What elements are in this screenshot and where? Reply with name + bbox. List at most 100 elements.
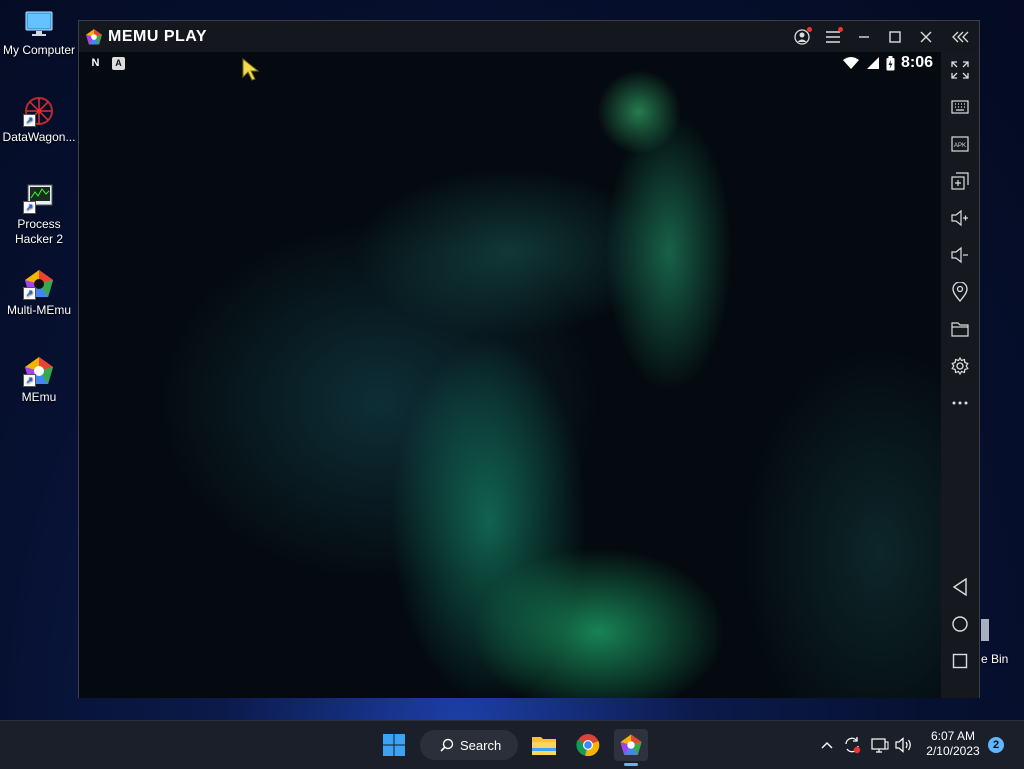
minimize-icon <box>859 36 869 38</box>
keyboard-button[interactable] <box>950 97 970 117</box>
minimize-button[interactable] <box>854 27 874 47</box>
android-back-button[interactable] <box>950 577 970 597</box>
desktop-icon-process-hacker[interactable]: ↗ Process Hacker 2 <box>0 182 78 247</box>
taskbar-search-button[interactable]: Search <box>420 730 518 760</box>
desktop-icon-label: Multi-MEmu <box>6 303 71 317</box>
emulator-titlebar[interactable]: MEMU PLAY <box>79 21 979 52</box>
folder-icon <box>951 322 969 337</box>
volume-down-icon <box>951 246 968 264</box>
tray-volume-button[interactable] <box>894 735 914 755</box>
shortcut-arrow-icon: ↗ <box>23 374 36 387</box>
keyboard-icon <box>951 100 969 114</box>
desktop-icon-multi-memu[interactable]: ↗ Multi-MEmu <box>0 268 78 318</box>
multi-window-button[interactable] <box>950 171 970 191</box>
more-icon <box>952 401 968 405</box>
desktop-icon-label: Process Hacker 2 <box>14 217 64 246</box>
volume-up-icon <box>951 209 968 227</box>
mouse-cursor-icon <box>242 57 260 87</box>
multi-window-icon <box>951 172 969 190</box>
close-icon <box>920 31 932 43</box>
location-icon <box>952 282 968 302</box>
sync-error-icon <box>845 737 861 754</box>
apk-label: APK <box>954 143 966 149</box>
file-explorer-icon <box>532 737 556 755</box>
taskbar-file-explorer[interactable] <box>528 729 560 761</box>
apk-icon: APK <box>951 136 969 152</box>
datawagon-icon: ↗ <box>23 95 55 127</box>
settings-icon <box>951 357 969 375</box>
wifi-icon <box>842 57 859 69</box>
more-button[interactable] <box>950 393 970 413</box>
chrome-icon <box>576 734 600 757</box>
process-hacker-icon: ↗ <box>23 182 55 214</box>
shared-folder-button[interactable] <box>950 319 970 339</box>
show-hidden-icons-button[interactable] <box>818 735 836 755</box>
logo-text: MEMU PLAY <box>108 28 208 45</box>
taskbar-clock[interactable]: 6:07 AM 2/10/2023 <box>922 729 984 759</box>
apk-install-button[interactable]: APK <box>950 134 970 154</box>
back-icon <box>952 578 967 596</box>
menu-icon <box>826 31 840 43</box>
desktop-icon-datawagon[interactable]: ↗ DataWagon... <box>0 95 78 145</box>
taskbar-chrome[interactable] <box>572 729 604 761</box>
recycle-bin-icon <box>981 619 989 641</box>
close-button[interactable] <box>916 27 936 47</box>
maximize-icon <box>889 31 901 43</box>
desktop-icon-label: MEmu <box>21 390 57 404</box>
memu-logo-icon <box>86 29 102 45</box>
clock-time: 6:07 AM <box>930 729 976 743</box>
desktop-icon-label: e Bin <box>981 652 1009 666</box>
signal-icon <box>866 57 879 69</box>
tray-network-button[interactable] <box>870 735 890 755</box>
android-recents-button[interactable] <box>950 651 970 671</box>
fullscreen-icon <box>951 61 969 79</box>
volume-up-button[interactable] <box>950 208 970 228</box>
memu-icon: ↗ <box>23 355 55 387</box>
multi-memu-icon: ↗ <box>23 268 55 300</box>
notification-badge[interactable]: 2 <box>988 737 1004 753</box>
location-button[interactable] <box>950 282 970 302</box>
volume-down-button[interactable] <box>950 245 970 265</box>
memu-taskbar-icon <box>620 734 642 755</box>
maximize-button[interactable] <box>885 27 905 47</box>
search-label: Search <box>460 737 502 753</box>
account-button[interactable] <box>792 27 812 47</box>
active-app-indicator <box>624 763 638 766</box>
menu-button[interactable] <box>823 27 843 47</box>
memu-logo: MEMU PLAY <box>85 27 207 47</box>
battery-charging-icon <box>886 55 895 70</box>
desktop-icon-my-computer[interactable]: My Computer <box>0 8 78 58</box>
android-clock: 8:06 <box>900 54 933 71</box>
emulator-sidebar: APK <box>941 52 979 698</box>
shortcut-arrow-icon: ↗ <box>23 287 36 300</box>
android-status-bar: N A 8:06 <box>79 52 941 76</box>
monitor-icon <box>23 8 55 40</box>
start-button[interactable] <box>378 729 410 761</box>
search-icon <box>440 738 454 752</box>
shortcut-arrow-icon: ↗ <box>23 201 36 214</box>
status-app-icon-n: N <box>91 57 100 69</box>
shortcut-arrow-icon: ↗ <box>23 114 36 127</box>
tray-sync-button[interactable] <box>842 735 862 755</box>
desktop-icon-label: My Computer <box>2 43 76 57</box>
status-app-icon-a: A <box>112 57 125 70</box>
desktop-icon-recycle-bin[interactable]: e Bin <box>981 617 1008 666</box>
android-home-button[interactable] <box>950 614 970 634</box>
desktop-icon-label: DataWagon... <box>2 130 76 144</box>
windows-taskbar: Search 6:07 AM 2/10/2023 2 <box>0 720 1024 769</box>
memu-emulator-window[interactable]: MEMU PLAY N A 8:06 APK <box>78 20 980 698</box>
settings-button[interactable] <box>950 356 970 376</box>
clock-date: 2/10/2023 <box>926 744 980 758</box>
fullscreen-button[interactable] <box>950 60 970 80</box>
taskbar-memu[interactable] <box>614 729 648 761</box>
windows-logo-icon <box>383 734 405 756</box>
collapse-sidebar-icon <box>952 31 969 43</box>
speaker-icon <box>895 737 911 753</box>
chevron-up-icon <box>821 742 833 749</box>
collapse-sidebar-button[interactable] <box>951 27 971 47</box>
home-icon <box>952 616 968 632</box>
desktop-icon-memu[interactable]: ↗ MEmu <box>0 355 78 405</box>
notification-dot-icon <box>807 27 812 32</box>
recents-icon <box>952 653 968 669</box>
android-screen[interactable]: N A 8:06 <box>79 52 941 698</box>
